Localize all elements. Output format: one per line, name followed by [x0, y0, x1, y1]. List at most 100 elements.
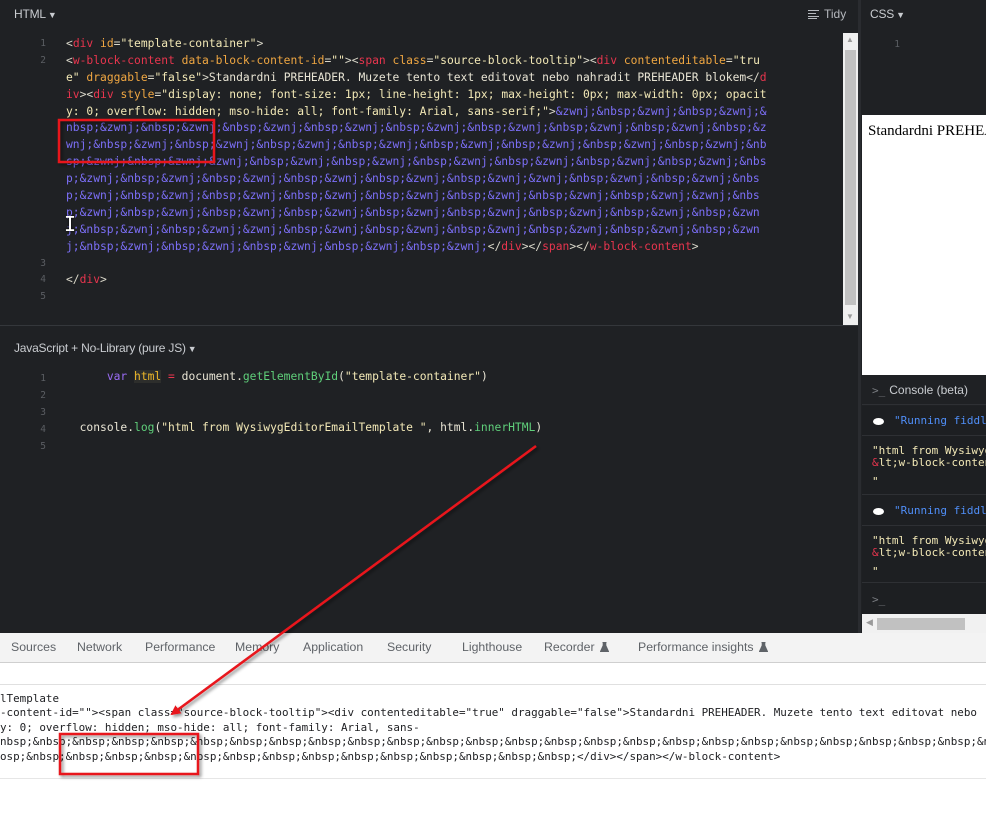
console-horizontal-scrollbar[interactable]: ◀	[862, 614, 986, 633]
line-number: 1	[40, 38, 46, 49]
devtools-console-toolbar	[0, 664, 986, 685]
console-input-prompt[interactable]: >_	[872, 593, 885, 606]
result-preheader-text: Standardni PREHEADER. Muzete tento text …	[868, 123, 986, 139]
code-line: y: 0; overflow: hidden; mso-hide: all; f…	[66, 104, 767, 118]
line-number	[16, 205, 46, 222]
terminal-prompt-icon: >_	[872, 384, 886, 397]
line-number	[16, 87, 46, 104]
line-number: 4	[40, 423, 46, 435]
flask-experimental-icon	[758, 642, 768, 652]
scroll-down-arrow-icon[interactable]: ▼	[846, 312, 854, 321]
jsfiddle-editor: HTML ▼ Tidy 12345 <div id="template-conta…	[0, 0, 986, 633]
html-panel-label-text: HTML	[14, 7, 46, 21]
console-output: "Running fiddle" "html from WysiwygEdito…	[862, 406, 986, 614]
tab-lighthouse[interactable]: Lighthouse	[462, 640, 522, 654]
line-number	[16, 104, 46, 121]
code-line: <w-block-content data-block-content-id="…	[66, 53, 760, 67]
html-panel: HTML ▼ Tidy 12345 <div id="template-conta…	[0, 0, 860, 326]
console-info-text: "Running fiddle"	[894, 504, 986, 517]
html-panel-label[interactable]: HTML ▼	[14, 7, 57, 21]
code-line: sp;&zwnj;&nbsp;&zwnj;&zwnj;&nbsp;&zwnj;&…	[66, 155, 767, 169]
console-title: >_ Console (beta)	[872, 383, 968, 397]
line-number: 3	[40, 406, 46, 418]
chevron-down-icon: ▼	[187, 344, 197, 354]
js-code-editor[interactable]: var html = document.getElementById("temp…	[66, 369, 542, 453]
css-panel-label-text: CSS	[870, 7, 895, 21]
chevron-down-icon: ▼	[47, 10, 57, 20]
scrollbar-thumb[interactable]	[845, 50, 856, 305]
line-number: 1	[894, 39, 900, 50]
line-number: 4	[40, 274, 46, 286]
line-number	[16, 120, 46, 137]
line-number	[16, 154, 46, 171]
tidy-label: Tidy	[824, 7, 847, 21]
html-vertical-scrollbar[interactable]: ▲ ▼	[843, 33, 858, 326]
code-line: iv><div style="display: none; font-size:…	[66, 87, 767, 101]
column-splitter[interactable]	[858, 0, 861, 633]
tab-application[interactable]: Application	[303, 640, 363, 654]
console-info-entry: "Running fiddle"	[862, 496, 986, 526]
line-number	[16, 188, 46, 205]
tab-security[interactable]: Security	[387, 640, 431, 654]
scrollbar-thumb[interactable]	[877, 618, 965, 630]
scroll-left-arrow-icon[interactable]: ◀	[866, 617, 873, 628]
tab-performance[interactable]: Performance	[145, 640, 215, 654]
console-output-line: y: 0; overflow: hidden; mso-hide: all; f…	[0, 721, 420, 734]
console-log-entry: "html from WysiwygEditorEmailTemplate &l…	[862, 527, 986, 583]
code-line: p;&zwnj;&nbsp;&zwnj;&nbsp;&zwnj;&nbsp;&z…	[66, 205, 760, 219]
js-panel-label-text: JavaScript + No-Library (pure JS)	[14, 341, 186, 355]
tab-network[interactable]: Network	[77, 640, 122, 654]
js-panel: JavaScript + No-Library (pure JS) ▼ 1 2 3 4 5…	[0, 326, 860, 633]
scroll-up-arrow-icon[interactable]: ▲	[846, 35, 854, 44]
console-output-line: lTemplate	[0, 692, 60, 705]
console-log-entry: "html from WysiwygEditorEmailTemplate &l…	[862, 437, 986, 495]
console-info-text: "Running fiddle"	[894, 414, 986, 427]
line-number: 5	[40, 291, 46, 303]
code-line: </div>	[66, 273, 107, 287]
js-line-numbers: 1 2 3 4 5	[16, 371, 46, 455]
console-header[interactable]: >_ Console (beta)	[862, 375, 986, 405]
cloud-icon	[873, 418, 884, 425]
tab-recorder-label: Recorder	[544, 640, 595, 654]
tab-performance-insights[interactable]: Performance insights	[638, 640, 768, 654]
console-log-text: lt;w-block-content	[878, 456, 986, 469]
tab-recorder[interactable]: Recorder	[544, 640, 609, 654]
console-output-line: nbsp;&nbsp;&nbsp;&nbsp;&nbsp;&nbsp;&nbsp…	[0, 735, 986, 748]
code-line: nbsp;&zwnj;&nbsp;&zwnj;&nbsp;&zwnj;&nbsp…	[66, 121, 767, 135]
cloud-icon	[873, 508, 884, 515]
result-panel: Standardni PREHEADER. Muzete tento text …	[862, 115, 986, 375]
html-code-editor[interactable]: <div id="template-container"> <w-block-c…	[66, 36, 767, 306]
code-line: p;&zwnj;&nbsp;&zwnj;&nbsp;&zwnj;&nbsp;&z…	[66, 189, 760, 203]
line-number: 5	[40, 440, 46, 452]
tab-sources[interactable]: Sources	[11, 640, 56, 654]
code-line: wnj;&nbsp;&zwnj;&nbsp;&zwnj;&nbsp;&zwnj;…	[66, 138, 767, 152]
tab-memory[interactable]: Memory	[235, 640, 279, 654]
code-line: j;&nbsp;&zwnj;&nbsp;&zwnj;&nbsp;&zwnj;&n…	[66, 239, 699, 253]
code-line: <div id="template-container">	[66, 37, 264, 50]
code-line: e" draggable="false">Standardni PREHEADE…	[66, 70, 767, 84]
console-log-line: &lt;w-block-content	[872, 456, 986, 469]
entity-amp: &	[872, 456, 879, 469]
devtools-tab-bar: Sources Network Performance Memory Appli…	[0, 633, 986, 663]
js-panel-label[interactable]: JavaScript + No-Library (pure JS) ▼	[14, 341, 197, 355]
line-number: 2	[40, 54, 46, 66]
console-log-line: "	[872, 475, 879, 488]
line-number	[16, 137, 46, 154]
console-info-entry: "Running fiddle"	[862, 406, 986, 436]
html-line-numbers: 1 2 3 4 5	[16, 36, 46, 306]
flask-experimental-icon	[599, 642, 609, 652]
line-number: 2	[40, 389, 46, 401]
css-panel-label[interactable]: CSS ▼	[870, 7, 905, 21]
line-number: 3	[40, 257, 46, 269]
line-number	[16, 222, 46, 239]
line-number	[16, 171, 46, 188]
line-number	[16, 70, 46, 87]
tidy-button[interactable]: Tidy	[808, 7, 846, 21]
line-number: 1	[40, 373, 46, 384]
console-log-line: "	[872, 565, 879, 578]
